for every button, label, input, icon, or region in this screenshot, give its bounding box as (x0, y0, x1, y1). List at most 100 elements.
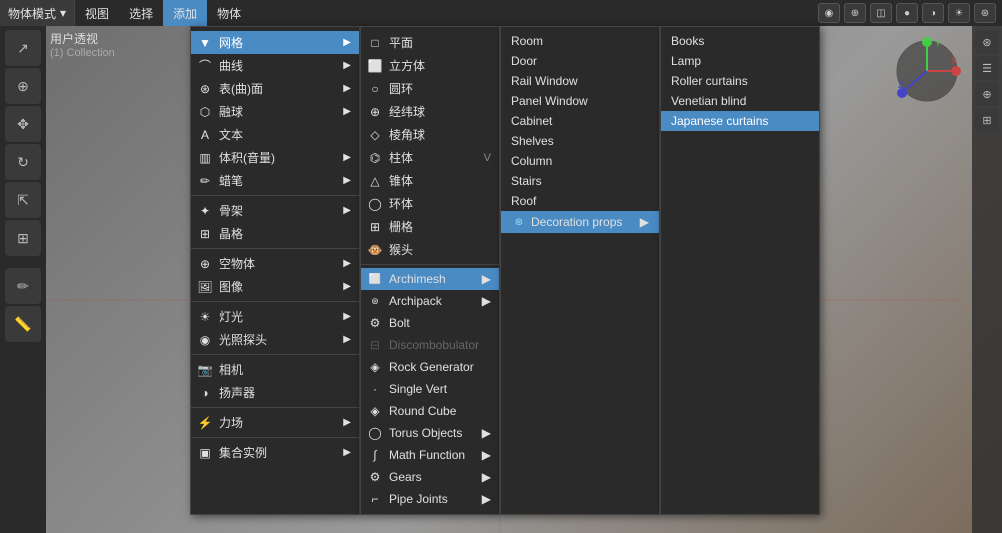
arch-roof[interactable]: Roof (501, 191, 659, 211)
menu-l1-forcefield[interactable]: ⚡ 力场 ▶ (191, 411, 359, 434)
mesh-roundcube[interactable]: ◈ Round Cube (361, 400, 499, 422)
annotate-tool-btn[interactable]: ✏ (5, 268, 41, 304)
deco-venetianblind[interactable]: Venetian blind (661, 91, 819, 111)
pipejoints-arrow: ▶ (482, 492, 491, 506)
arch-room[interactable]: Room (501, 31, 659, 51)
mode-dropdown-icon: ▾ (60, 6, 66, 20)
deco-japanesecurtains[interactable]: Japanese curtains (661, 111, 819, 131)
menu-l1-mesh[interactable]: ▼ 网格 ▶ (191, 31, 359, 54)
mesh-grid[interactable]: ⊞ 栅格 (361, 215, 499, 238)
menu-l1-surface[interactable]: ⊛ 表(曲)面 ▶ (191, 77, 359, 100)
menu-l1-camera[interactable]: 📷 相机 (191, 358, 359, 381)
menu-l1-light[interactable]: ☀ 灯光 ▶ (191, 305, 359, 328)
arch-column[interactable]: Column (501, 151, 659, 171)
menu-l1-speaker[interactable]: ◑ 扬声器 (191, 381, 359, 404)
menu-object[interactable]: 物体 (207, 0, 251, 26)
menu-l1-greasepencil[interactable]: ✏ 蜡笔 ▶ (191, 169, 359, 192)
arch-shelves[interactable]: Shelves (501, 131, 659, 151)
mesh-torus[interactable]: ◯ 环体 (361, 192, 499, 215)
mesh-archimesh[interactable]: ⬜ Archimesh ▶ (361, 268, 499, 290)
arch-cabinet-label: Cabinet (511, 114, 552, 128)
select-tool-btn[interactable]: ↗ (5, 30, 41, 66)
mesh-rock[interactable]: ◈ Rock Generator (361, 356, 499, 378)
transform-tool-btn[interactable]: ⊞ (5, 220, 41, 256)
mode-selector[interactable]: 物体模式 ▾ (0, 0, 75, 26)
right-tool-4[interactable]: ⊞ (975, 108, 999, 132)
icosphere-icon: ◇ (367, 127, 383, 143)
mesh-cube[interactable]: ⬜ 立方体 (361, 54, 499, 77)
mathfunction-icon: ∫ (367, 447, 383, 463)
archimesh-icon: ⬜ (367, 271, 383, 287)
svg-text:Y: Y (935, 38, 941, 48)
rock-icon: ◈ (367, 359, 383, 375)
mesh-icosphere[interactable]: ◇ 棱角球 (361, 123, 499, 146)
menu-l1-image[interactable]: 🖼 图像 ▶ (191, 275, 359, 298)
menu-l1-metaball[interactable]: ⬡ 融球 ▶ (191, 100, 359, 123)
cursor-tool-btn[interactable]: ⊕ (5, 68, 41, 104)
deco-lamp[interactable]: Lamp (661, 51, 819, 71)
shading-solid-btn[interactable]: ● (896, 3, 918, 23)
menu-l1-armature[interactable]: ✦ 骨架 ▶ (191, 199, 359, 222)
menu-select[interactable]: 选择 (119, 0, 163, 26)
mesh-archipack[interactable]: ⊛ Archipack ▶ (361, 290, 499, 312)
measure-tool-btn[interactable]: 📏 (5, 306, 41, 342)
viewport-shading-btn[interactable]: ◉ (818, 3, 840, 23)
menu-l1-volume[interactable]: ▥ 体积(音量) ▶ (191, 146, 359, 169)
menu-l1-lightprobe[interactable]: ◉ 光照探头 ▶ (191, 328, 359, 351)
arch-door[interactable]: Door (501, 51, 659, 71)
axis-svg: X Y Z (892, 36, 962, 106)
menu-l1-lattice[interactable]: ⊞ 晶格 (191, 222, 359, 245)
mesh-uvsphere[interactable]: ⊕ 经纬球 (361, 100, 499, 123)
top-bar: 物体模式 ▾ 视图 选择 添加 物体 ◉ ⊕ ◫ ● ◑ ☀ ⊛ (0, 0, 1002, 26)
sep6 (191, 437, 359, 438)
menu-add[interactable]: 添加 (163, 0, 207, 26)
plane-label: 平面 (389, 34, 413, 51)
shading-rendered-btn[interactable]: ☀ (948, 3, 970, 23)
right-tool-3[interactable]: ⊕ (975, 82, 999, 106)
mesh-gears[interactable]: ⚙ Gears ▶ (361, 466, 499, 488)
volume-icon: ▥ (197, 150, 213, 166)
deco-books[interactable]: Books (661, 31, 819, 51)
mesh-plane[interactable]: □ 平面 (361, 31, 499, 54)
scale-tool-btn[interactable]: ⇱ (5, 182, 41, 218)
menu-l1-empty[interactable]: ⊕ 空物体 ▶ (191, 252, 359, 275)
text-icon: A (197, 127, 213, 143)
mesh-icon: ▼ (197, 35, 213, 51)
decorationprops-icon: ⊛ (511, 214, 527, 230)
mesh-discombobulator: ⊟ Discombobulator (361, 334, 499, 356)
arch-railwindow[interactable]: Rail Window (501, 71, 659, 91)
arch-panelwindow[interactable]: Panel Window (501, 91, 659, 111)
greasepencil-label: 蜡笔 (219, 172, 243, 189)
mesh-mathfunction[interactable]: ∫ Math Function ▶ (361, 444, 499, 466)
mesh-cylinder[interactable]: ⌬ 柱体 V (361, 146, 499, 169)
rock-label: Rock Generator (389, 360, 474, 374)
overlay-btn[interactable]: ⊕ (844, 3, 866, 23)
arch-stairs[interactable]: Stairs (501, 171, 659, 191)
mathfunction-arrow: ▶ (482, 448, 491, 462)
cylinder-shortcut: V (484, 152, 491, 164)
menu-l1-text[interactable]: A 文本 (191, 123, 359, 146)
top-right-toolbar: ◉ ⊕ ◫ ● ◑ ☀ ⊛ (812, 0, 1002, 26)
shading-eevee-btn[interactable]: ⊛ (974, 3, 996, 23)
menu-l1-collection[interactable]: ▣ 集合实例 ▶ (191, 441, 359, 464)
circle-label: 圆环 (389, 80, 413, 97)
deco-rollercurtains[interactable]: Roller curtains (661, 71, 819, 91)
mesh-singlevert[interactable]: · Single Vert (361, 378, 499, 400)
right-tool-2[interactable]: ☰ (975, 56, 999, 80)
arch-cabinet[interactable]: Cabinet (501, 111, 659, 131)
right-tool-1[interactable]: ⊛ (975, 30, 999, 54)
mesh-bolt[interactable]: ⚙ Bolt (361, 312, 499, 334)
mesh-cone[interactable]: △ 锥体 (361, 169, 499, 192)
rotate-tool-btn[interactable]: ↻ (5, 144, 41, 180)
shading-material-btn[interactable]: ◑ (922, 3, 944, 23)
light-label: 灯光 (219, 308, 243, 325)
mesh-monkey[interactable]: 🐵 猴头 (361, 238, 499, 261)
arch-decorationprops[interactable]: ⊛ Decoration props ▶ (501, 211, 659, 233)
xray-btn[interactable]: ◫ (870, 3, 892, 23)
menu-view[interactable]: 视图 (75, 0, 119, 26)
menu-l1-curve[interactable]: ⌒ 曲线 ▶ (191, 54, 359, 77)
mesh-torusobjects[interactable]: ◯ Torus Objects ▶ (361, 422, 499, 444)
mesh-circle[interactable]: ○ 圆环 (361, 77, 499, 100)
move-tool-btn[interactable]: ✥ (5, 106, 41, 142)
mesh-pipejoints[interactable]: ⌐ Pipe Joints ▶ (361, 488, 499, 510)
